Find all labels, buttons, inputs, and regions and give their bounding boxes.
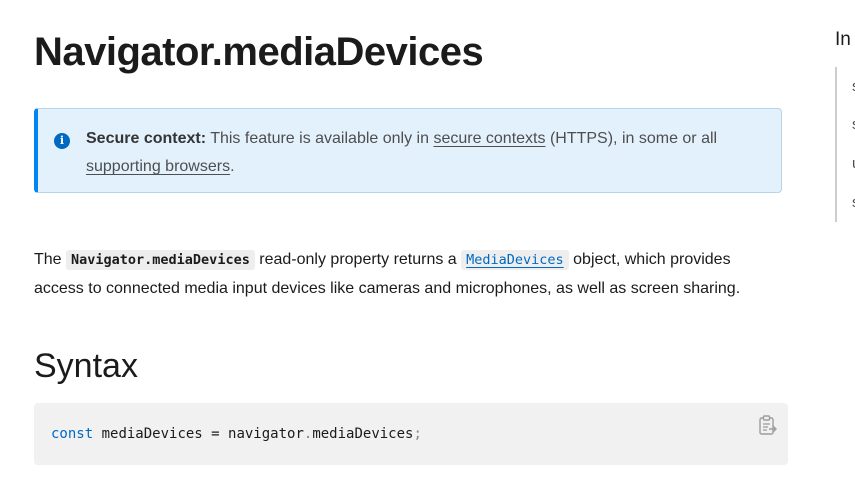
inline-code-navigator-mediadevices: Navigator.mediaDevices <box>66 250 255 270</box>
clipboard-copy-icon[interactable] <box>758 415 778 437</box>
note-text-before: This feature is available only in <box>206 130 434 147</box>
code-property: mediaDevices <box>312 426 414 442</box>
toc-rail <box>835 67 837 222</box>
code-semicolon: ; <box>413 426 422 442</box>
secure-contexts-link[interactable]: secure contexts <box>433 130 545 147</box>
syntax-heading: Syntax <box>34 347 138 385</box>
table-of-contents: In s s u s <box>834 0 855 483</box>
note-text-after: . <box>230 158 235 175</box>
info-icon: i <box>54 133 70 149</box>
toc-title: In <box>835 29 851 50</box>
description-paragraph: The Navigator.mediaDevices read-only pro… <box>34 246 754 303</box>
page-title: Navigator.mediaDevices <box>34 30 484 74</box>
mediadevices-link[interactable]: MediaDevices <box>461 250 569 270</box>
code-sample: const mediaDevices = navigator.mediaDevi… <box>51 425 422 443</box>
note-text: Secure context: This feature is availabl… <box>86 125 766 181</box>
page: Navigator.mediaDevices i Secure context:… <box>0 0 855 483</box>
code-keyword: const <box>51 426 94 442</box>
syntax-code-block: const mediaDevices = navigator.mediaDevi… <box>34 403 788 465</box>
note-label: Secure context: <box>86 130 207 147</box>
description-text-2: read-only property returns a <box>254 251 462 268</box>
note-text-middle: (HTTPS), in some or all <box>545 130 718 147</box>
code-rest: mediaDevices = navigator <box>93 426 304 442</box>
secure-context-note: i Secure context: This feature is availa… <box>34 108 782 193</box>
supporting-browsers-link[interactable]: supporting browsers <box>86 158 230 175</box>
description-text-1: The <box>34 251 67 268</box>
